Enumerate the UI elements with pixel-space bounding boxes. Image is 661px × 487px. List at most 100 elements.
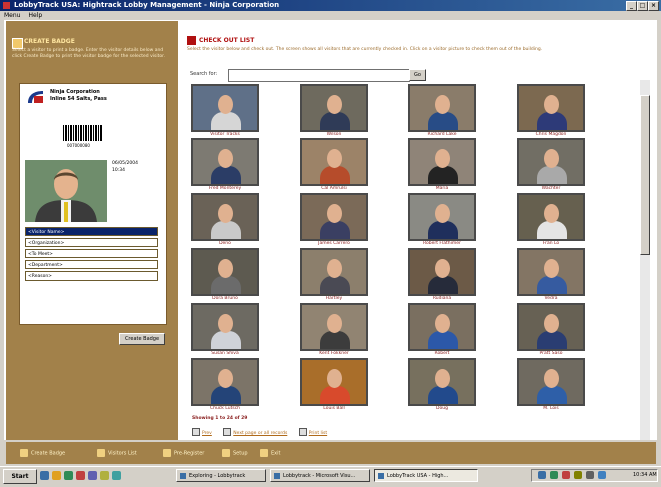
visitor-name-link[interactable]: Hartley xyxy=(300,296,368,301)
visitor-name-link[interactable]: Maria xyxy=(408,186,476,191)
visitor-photo-tile[interactable] xyxy=(517,138,585,186)
person-head xyxy=(435,369,450,388)
reason-field[interactable]: <Reason> xyxy=(25,271,158,281)
visitor-photo-tile[interactable] xyxy=(191,138,259,186)
quicklaunch-app-icon[interactable] xyxy=(88,471,97,480)
menu-item-menu[interactable]: Menu xyxy=(4,12,20,19)
visitor-photo-tile[interactable] xyxy=(300,138,368,186)
visitor-name-link[interactable]: Cal Amrulsi xyxy=(300,186,368,191)
quicklaunch-extra-icon[interactable] xyxy=(112,471,121,480)
minimize-button[interactable]: _ xyxy=(626,1,637,11)
visitor-photo-tile[interactable] xyxy=(300,303,368,351)
scrollbar-thumb[interactable] xyxy=(640,95,650,255)
person-body xyxy=(211,331,241,349)
visitor-photo-tile[interactable] xyxy=(517,358,585,406)
person-head xyxy=(218,369,233,388)
visitor-photo-tile[interactable] xyxy=(408,248,476,296)
tray-messenger-icon[interactable] xyxy=(598,471,606,479)
person-body xyxy=(211,276,241,294)
start-button[interactable]: Start xyxy=(3,469,37,484)
visitor-name-link[interactable]: Rudiana xyxy=(408,296,476,301)
tray-misc-icon[interactable] xyxy=(586,471,594,479)
visitor-name-link[interactable]: Doug xyxy=(408,406,476,411)
visitor-name-link[interactable]: Fred Monterey xyxy=(191,186,259,191)
tray-volume-icon[interactable] xyxy=(574,471,582,479)
visitor-photo-tile[interactable] xyxy=(300,358,368,406)
visitor-name-link[interactable]: M. Lois xyxy=(517,406,585,411)
visitor-name-link[interactable]: Chuck Lutsch xyxy=(191,406,259,411)
person-body xyxy=(537,276,567,294)
visitor-photo-tile[interactable] xyxy=(517,248,585,296)
visitor-name-link[interactable]: Wilson xyxy=(300,132,368,137)
task-visual-studio[interactable]: Lobbytrack - Microsoft Visu... xyxy=(270,469,370,482)
prev-icon xyxy=(192,428,200,436)
visitor-name-link[interactable]: Susan Shiva xyxy=(191,351,259,356)
maximize-button[interactable]: □ xyxy=(637,1,648,11)
visitor-name-link[interactable]: Dora Bruno xyxy=(191,296,259,301)
bottom-pre-register[interactable]: Pre-Register xyxy=(163,449,204,457)
to-meet-field[interactable]: <To Meet> xyxy=(25,249,158,258)
person-head xyxy=(435,314,450,333)
visitor-name-link[interactable]: Vedra xyxy=(517,296,585,301)
visitor-name-link[interactable]: Deno xyxy=(191,241,259,246)
visitor-photo-tile[interactable] xyxy=(517,193,585,241)
visitor-name-link[interactable]: Wachter xyxy=(517,186,585,191)
search-input[interactable] xyxy=(228,69,410,82)
quicklaunch-folder-icon[interactable] xyxy=(100,471,109,480)
visitor-name-link[interactable]: Louis Ball xyxy=(300,406,368,411)
visitor-photo-tile[interactable] xyxy=(408,303,476,351)
bottom-setup[interactable]: Setup xyxy=(222,449,248,457)
create-badge-button[interactable]: Create Badge xyxy=(119,333,165,345)
go-button[interactable]: Go xyxy=(409,69,426,81)
visitor-photo-tile[interactable] xyxy=(300,248,368,296)
visitor-photo-tile[interactable] xyxy=(408,138,476,186)
visitor-photo-tile[interactable] xyxy=(408,84,476,132)
visitor-photo-tile[interactable] xyxy=(191,303,259,351)
window-title-bar[interactable]: LobbyTrack USA: Hightrack Lobby Manageme… xyxy=(0,0,661,11)
tray-alert-icon[interactable] xyxy=(562,471,570,479)
visitor-photo-tile[interactable] xyxy=(191,358,259,406)
visitor-name-field[interactable]: <Visitor Name> xyxy=(25,227,158,236)
visitor-photo-tile[interactable] xyxy=(191,248,259,296)
task-lobbytrack[interactable]: LobbyTrack USA - High... xyxy=(374,469,478,482)
person-head xyxy=(435,95,450,114)
visitor-photo-tile[interactable] xyxy=(517,303,585,351)
visitor-name-link[interactable]: Richard Lake xyxy=(408,132,476,137)
quicklaunch-desktop-icon[interactable] xyxy=(64,471,73,480)
tray-security-icon[interactable] xyxy=(550,471,558,479)
visitor-name-link[interactable]: Fran Lo xyxy=(517,241,585,246)
menu-item-help[interactable]: Help xyxy=(28,12,42,19)
bottom-exit[interactable]: Exit xyxy=(260,449,280,457)
quicklaunch-outlook-icon[interactable] xyxy=(52,471,61,480)
task-exploring[interactable]: Exploring - Lobbytrack xyxy=(176,469,266,482)
visitor-name-link[interactable]: Kent Fokkner xyxy=(300,351,368,356)
person-body xyxy=(537,112,567,130)
organization-field[interactable]: <Organization> xyxy=(25,238,158,247)
visitor-name-link[interactable]: Robert Flathimer xyxy=(408,241,476,246)
next-link[interactable]: Next page or all records xyxy=(233,431,287,436)
visitor-photo-tile[interactable] xyxy=(300,193,368,241)
print-list-link[interactable]: Print list xyxy=(309,431,327,436)
visitor-photo-tile[interactable] xyxy=(191,193,259,241)
bottom-create-badge[interactable]: Create Badge xyxy=(20,449,65,457)
quicklaunch-media-icon[interactable] xyxy=(76,471,85,480)
close-button[interactable]: × xyxy=(648,1,659,11)
visitor-name-link[interactable]: Chris Magdon xyxy=(517,132,585,137)
visitor-photo-tile[interactable] xyxy=(300,84,368,132)
person-head xyxy=(218,259,233,278)
bottom-visitors-list[interactable]: Visitors List xyxy=(97,449,137,457)
visitor-photo-tile[interactable] xyxy=(517,84,585,132)
person-body xyxy=(320,166,350,184)
visitor-photo-tile[interactable] xyxy=(191,84,259,132)
visitor-name-link[interactable]: Visitor Tracks xyxy=(191,132,259,137)
department-field[interactable]: <Department> xyxy=(25,260,158,269)
quicklaunch-ie-icon[interactable] xyxy=(40,471,49,480)
visitor-photo-tile[interactable] xyxy=(408,193,476,241)
visitor-name-link[interactable]: James Carrero xyxy=(300,241,368,246)
visitor-photo-tile[interactable] xyxy=(408,358,476,406)
visitor-name-link[interactable]: Robert xyxy=(408,351,476,356)
visitor-name-link[interactable]: Pratt Saso xyxy=(517,351,585,356)
prev-link[interactable]: Prev xyxy=(202,431,212,436)
tray-network-icon[interactable] xyxy=(538,471,546,479)
person-body xyxy=(211,112,241,130)
